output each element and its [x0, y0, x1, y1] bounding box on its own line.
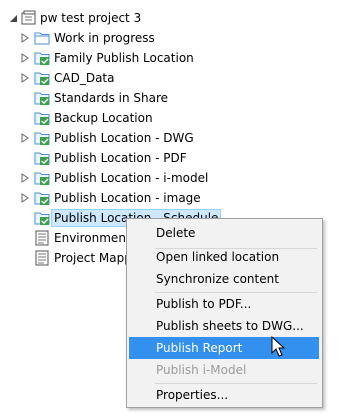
publish-location-icon [34, 90, 50, 106]
tree-root[interactable]: pw test project 3 [0, 8, 200, 28]
tree-item-publish-location-dwg[interactable]: Publish Location - DWG [0, 128, 200, 148]
tree-item-work-in-progress[interactable]: Work in progress [0, 28, 200, 48]
tree-item-label: Publish Location - i-model [54, 171, 209, 185]
expand-arrow-icon[interactable] [20, 33, 30, 43]
publish-location-icon [34, 170, 50, 186]
mouse-pointer-icon [271, 335, 287, 358]
menu-item-delete[interactable]: Delete [129, 222, 319, 244]
tree-item-label: Work in progress [54, 31, 155, 45]
folder-icon [34, 30, 50, 46]
publish-location-icon [34, 130, 50, 146]
tree-item-backup-location[interactable]: Backup Location [0, 108, 200, 128]
tree-item-label: CAD_Data [54, 71, 115, 85]
menu-item-synchronize-content[interactable]: Synchronize content [129, 268, 319, 290]
tree-item-label: Publish Location - image [54, 191, 201, 205]
context-menu: Delete Open linked location Synchronize … [126, 218, 323, 408]
tree-item-publish-location-i-model[interactable]: Publish Location - i-model [0, 168, 208, 188]
menu-item-open-linked-location[interactable]: Open linked location [129, 246, 319, 268]
publish-location-icon [34, 110, 50, 126]
menu-item-properties[interactable]: Properties... [129, 384, 319, 406]
expand-arrow-icon[interactable] [20, 193, 30, 203]
tree-item-family-publish-location[interactable]: Family Publish Location [0, 48, 200, 68]
menu-item-publish-sheets-to-dwg[interactable]: Publish sheets to DWG... [129, 315, 319, 337]
tree-item-label: Standards in Share [54, 91, 169, 105]
document-icon [34, 250, 50, 266]
publish-location-icon [34, 190, 50, 206]
tree-item-standards-in-share[interactable]: Standards in Share [0, 88, 200, 108]
expand-arrow-icon[interactable] [20, 53, 30, 63]
tree-item-publish-location-pdf[interactable]: Publish Location - PDF [0, 148, 200, 168]
expand-arrow-icon[interactable] [20, 173, 30, 183]
project-icon [21, 10, 37, 26]
collapse-arrow-icon[interactable] [8, 13, 18, 23]
publish-location-icon [34, 50, 50, 66]
publish-location-icon [34, 150, 50, 166]
tree-item-cad-data[interactable]: CAD_Data [0, 68, 200, 88]
tree-item-label: Publish Location - DWG [54, 131, 194, 145]
document-icon [34, 230, 50, 246]
tree-item-label: Publish Location - PDF [54, 151, 187, 165]
tree-item-label: Backup Location [54, 111, 153, 125]
tree-item-label: Family Publish Location [54, 51, 194, 65]
expand-arrow-icon[interactable] [20, 133, 30, 143]
tree-root-label: pw test project 3 [40, 11, 142, 25]
publish-location-icon [34, 70, 50, 86]
publish-location-icon [34, 210, 50, 226]
menu-item-publish-i-model: Publish i-Model [156, 363, 247, 377]
expand-arrow-icon[interactable] [20, 73, 30, 83]
menu-item-publish-report[interactable]: Publish Report [129, 337, 319, 359]
menu-item-publish-to-pdf[interactable]: Publish to PDF... [129, 293, 319, 315]
tree-item-publish-location-image[interactable]: Publish Location - image [0, 188, 201, 208]
